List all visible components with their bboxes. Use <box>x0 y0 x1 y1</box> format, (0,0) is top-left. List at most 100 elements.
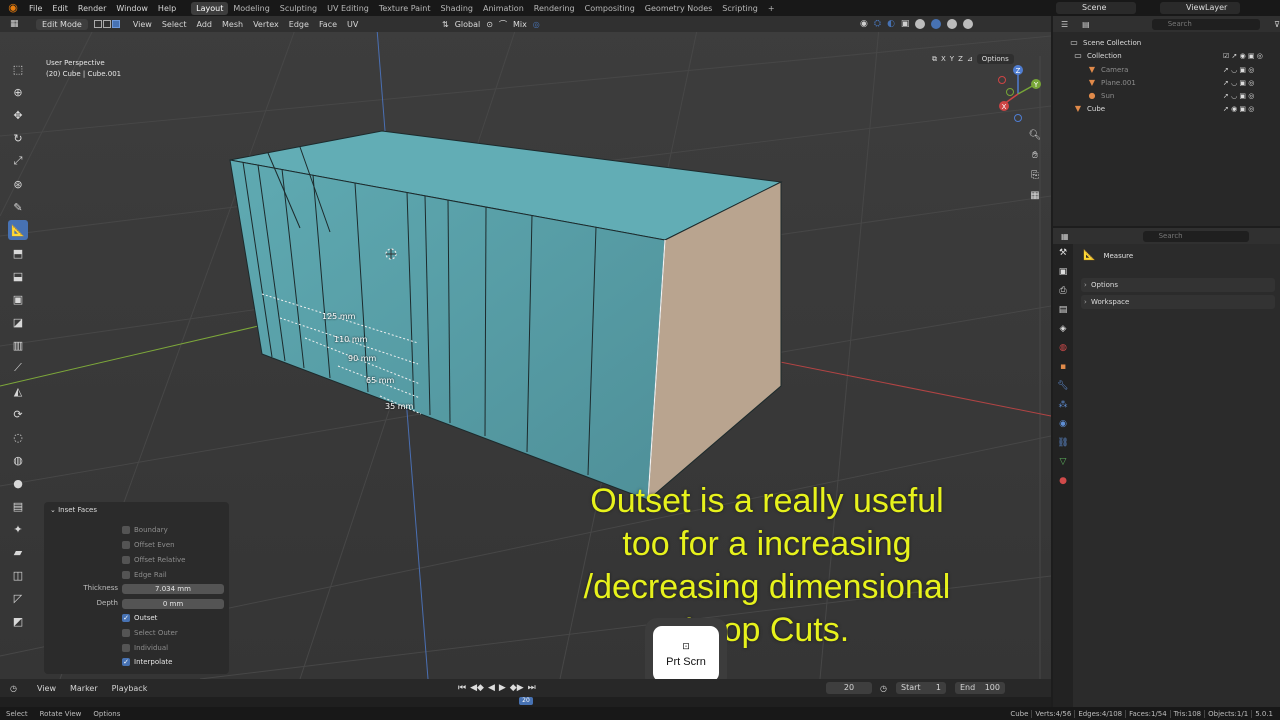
prev-key-icon[interactable]: ◀◆ <box>470 683 484 693</box>
outliner-editor-icon[interactable]: ☰ <box>1061 20 1068 29</box>
tab-modeling[interactable]: Modeling <box>228 2 274 15</box>
inset-icon[interactable]: ▣ <box>8 289 28 309</box>
shelf-icon[interactable]: ◫ <box>8 565 28 585</box>
offset-relative-checkbox[interactable]: Offset Relative <box>122 556 186 564</box>
boundary-checkbox[interactable]: Boundary <box>122 526 168 534</box>
tab-sculpting[interactable]: Sculpting <box>275 2 322 15</box>
view-layer-tab-icon[interactable]: ▤ <box>1053 301 1073 320</box>
thickness-field[interactable]: Thickness 7.034 mm <box>83 584 224 594</box>
depth-field[interactable]: Depth 0 mm <box>97 599 224 609</box>
next-key-icon[interactable]: ◆▶ <box>510 683 524 693</box>
timeline-menu-playback[interactable]: Playback <box>105 684 155 693</box>
overlay-icon[interactable]: ◐ <box>887 19 895 29</box>
menu-select[interactable]: Select <box>157 20 192 29</box>
edge-select-icon[interactable] <box>102 20 111 28</box>
menu-mesh[interactable]: Mesh <box>217 20 248 29</box>
menu-window[interactable]: Window <box>111 4 153 13</box>
proportional-edit-icon[interactable]: ◎ <box>533 20 540 29</box>
sun-visibility[interactable]: ➚ ◡ ▣ ◎ <box>1223 92 1254 100</box>
scene-tab-icon[interactable]: ◈ <box>1053 320 1073 339</box>
tab-animation[interactable]: Animation <box>478 2 529 15</box>
select-outer-checkbox[interactable]: Select Outer <box>122 629 178 637</box>
rip-icon[interactable]: ✦ <box>8 519 28 539</box>
loop-cut-icon[interactable]: ▥ <box>8 335 28 355</box>
menu-vertex[interactable]: Vertex <box>248 20 284 29</box>
menu-render[interactable]: Render <box>73 4 111 13</box>
physics-tab-icon[interactable]: ◉ <box>1053 415 1073 434</box>
end-frame-field[interactable]: End 100 <box>955 682 1005 694</box>
timeline-ruler[interactable]: 20 <box>0 697 1051 707</box>
collection-visibility[interactable]: ☑ ➚ ◉ ▣ ◎ <box>1223 52 1263 60</box>
shrink-icon[interactable]: ● <box>8 473 28 493</box>
menu-uv[interactable]: UV <box>342 20 363 29</box>
menu-view[interactable]: View <box>128 20 157 29</box>
outliner-row-collection[interactable]: ▭ Collection ☑ ➚ ◉ ▣ ◎ <box>1053 49 1280 62</box>
pan-hand-icon[interactable]: ✋︎ <box>1027 148 1043 164</box>
ruler-icon[interactable]: ⊿ <box>967 55 973 63</box>
output-tab-icon[interactable]: ⎙ <box>1053 282 1073 301</box>
edge-slide-icon[interactable]: ◍ <box>8 450 28 470</box>
axis-y-toggle[interactable]: Y <box>950 55 954 63</box>
workspace-section[interactable]: Workspace <box>1081 295 1275 309</box>
modifier-tab-icon[interactable]: 🔧︎ <box>1053 377 1073 396</box>
current-frame-field[interactable]: 20 <box>826 682 872 694</box>
interpolate-checkbox[interactable]: ✓ Interpolate <box>122 658 172 666</box>
plane-visibility[interactable]: ➚ ◡ ▣ ◎ <box>1223 79 1254 87</box>
visibility-icon[interactable]: ◉ <box>860 19 868 29</box>
panel-title[interactable]: ⌄ Inset Faces <box>50 506 97 514</box>
menu-file[interactable]: File <box>24 4 47 13</box>
vertex-select-icon[interactable] <box>93 20 102 28</box>
axis-z-toggle[interactable]: Z <box>958 55 963 63</box>
knife-icon[interactable]: ⟋ <box>8 358 28 378</box>
cursor-icon[interactable]: ⊕ <box>8 82 28 102</box>
tab-scripting[interactable]: Scripting <box>717 2 763 15</box>
smooth-icon[interactable]: ◌ <box>8 427 28 447</box>
wireframe-shading-icon[interactable] <box>915 19 926 29</box>
tab-uv-editing[interactable]: UV Editing <box>322 2 374 15</box>
outliner-row-cube[interactable]: ▼ Cube ➚ ◉ ▣ ◎ <box>1053 102 1280 115</box>
play-icon[interactable]: ▶ <box>499 683 506 693</box>
properties-editor-icon[interactable]: ▦ <box>1061 232 1069 241</box>
filter-icon[interactable]: ⊽ <box>1274 20 1280 29</box>
options-section[interactable]: Options <box>1081 278 1275 292</box>
outliner-row-sun[interactable]: ● Sun ➚ ◡ ▣ ◎ <box>1053 89 1280 102</box>
timeline-menu-view[interactable]: View <box>30 684 63 693</box>
rotate-icon[interactable]: ↻ <box>8 128 28 148</box>
editor-type-icon[interactable]: ▦ <box>10 19 19 29</box>
start-frame-field[interactable]: Start 1 <box>896 682 946 694</box>
menu-help[interactable]: Help <box>153 4 181 13</box>
view-layer-field[interactable]: ViewLayer <box>1160 2 1240 14</box>
axis-x-toggle[interactable]: X <box>941 55 946 63</box>
outliner-row-camera[interactable]: ▼ Camera ➚ ◡ ▣ ◎ <box>1053 63 1280 76</box>
tab-shading[interactable]: Shading <box>435 2 478 15</box>
add-cube-icon[interactable]: ⬒ <box>8 243 28 263</box>
add-workspace-icon[interactable]: + <box>763 2 780 15</box>
outliner-row-plane[interactable]: ▼ Plane.001 ➚ ◡ ▣ ◎ <box>1053 76 1280 89</box>
data-tab-icon[interactable]: ▽ <box>1053 453 1073 472</box>
annotate-icon[interactable]: ✎ <box>8 197 28 217</box>
world-tab-icon[interactable]: ◍ <box>1053 339 1073 358</box>
outset-checkbox[interactable]: ✓ Outset <box>122 614 157 622</box>
tab-compositing[interactable]: Compositing <box>580 2 640 15</box>
face-select-icon[interactable] <box>111 20 120 28</box>
properties-editor[interactable]: ▦ Search ⚒ ▣ ⎙ ▤ ◈ ◍ ▪ 🔧︎ ⁂ ◉ ⛓ ▽ ● 📐 Me… <box>1053 228 1280 707</box>
move-icon[interactable]: ✥ <box>8 105 28 125</box>
display-mode-icon[interactable]: ▤ <box>1082 20 1090 29</box>
grid-view-icon[interactable]: ▦ <box>1027 188 1043 204</box>
shear-icon[interactable]: ▤ <box>8 496 28 516</box>
jump-start-icon[interactable]: ⏮ <box>458 683 466 693</box>
inset-faces-panel[interactable]: ⌄ Inset Faces Boundary Offset Even Offse… <box>44 502 229 674</box>
particles-tab-icon[interactable]: ⁂ <box>1053 396 1073 415</box>
play-reverse-icon[interactable]: ◀ <box>488 683 495 693</box>
pivot-icon[interactable]: ⊙ <box>486 20 493 29</box>
camera-visibility[interactable]: ➚ ◡ ▣ ◎ <box>1223 66 1254 74</box>
extrude-icon[interactable]: ⬓ <box>8 266 28 286</box>
bevel-icon[interactable]: ◪ <box>8 312 28 332</box>
tab-rendering[interactable]: Rendering <box>529 2 580 15</box>
xray-icon[interactable]: ▣ <box>901 19 910 29</box>
jump-end-icon[interactable]: ⏭ <box>528 683 536 693</box>
menu-edit[interactable]: Edit <box>47 4 73 13</box>
measure-icon-2[interactable]: ◸ <box>8 588 28 608</box>
menu-edge[interactable]: Edge <box>284 20 314 29</box>
outliner-row-scene-collection[interactable]: ▭ Scene Collection <box>1053 36 1280 49</box>
